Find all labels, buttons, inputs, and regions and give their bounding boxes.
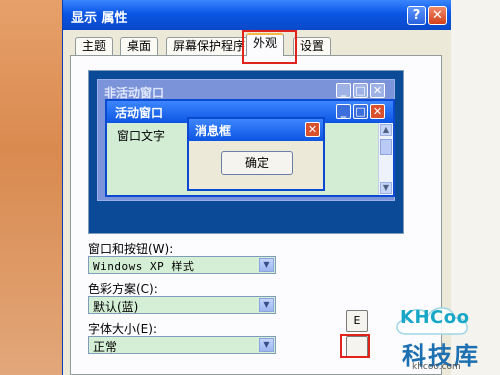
windows-buttons-value: Windows XP 样式 bbox=[93, 260, 195, 273]
watermark-domain: khcoo.com bbox=[412, 362, 461, 372]
tab-themes[interactable]: 主题 bbox=[75, 37, 114, 55]
close-button[interactable]: ✕ bbox=[428, 6, 447, 25]
message-box-titlebar: 消息框 ✕ bbox=[189, 119, 323, 141]
windows-buttons-select[interactable]: Windows XP 样式 ▼ bbox=[88, 256, 276, 274]
tab-desktop[interactable]: 桌面 bbox=[120, 37, 159, 55]
active-window-title: 活动窗口 bbox=[115, 106, 164, 120]
color-scheme-select[interactable]: 默认(蓝) ▼ bbox=[88, 296, 276, 314]
message-box-buttons: ✕ bbox=[303, 122, 320, 137]
help-button[interactable]: ? bbox=[407, 6, 426, 25]
advanced-button-highlight bbox=[340, 334, 370, 358]
preview-scrollbar: ▲ ▼ bbox=[378, 123, 393, 195]
font-size-value: 正常 bbox=[93, 340, 118, 354]
inactive-window-buttons: _ □ ✕ bbox=[334, 83, 385, 98]
color-scheme-label: 色彩方案(C): bbox=[88, 282, 158, 296]
chevron-down-icon[interactable]: ▼ bbox=[259, 258, 274, 272]
message-box-title: 消息框 bbox=[195, 124, 232, 138]
scroll-up-icon: ▲ bbox=[380, 124, 392, 136]
window-title: 显示 属性 bbox=[71, 11, 128, 26]
close-icon: ✕ bbox=[370, 104, 385, 119]
message-box-preview: 消息框 ✕ 确定 bbox=[187, 117, 325, 191]
effects-button[interactable]: E bbox=[346, 310, 368, 332]
scroll-thumb bbox=[380, 139, 392, 155]
watermark-brand: KHCoo bbox=[400, 307, 470, 328]
tab-settings[interactable]: 设置 bbox=[293, 37, 332, 55]
title-bar: 显示 属性 ? ✕ bbox=[63, 0, 451, 30]
tab-appearance-highlight bbox=[242, 30, 297, 64]
minimize-icon: _ bbox=[336, 104, 351, 119]
appearance-preview: 非活动窗口 _ □ ✕ 活动窗口 _ □ ✕ 窗口文字 ▲ ▼ 消息框 ✕ 确定 bbox=[88, 70, 404, 234]
font-size-label: 字体大小(E): bbox=[88, 322, 157, 336]
ok-button-preview: 确定 bbox=[221, 151, 293, 175]
chevron-down-icon[interactable]: ▼ bbox=[259, 338, 274, 352]
font-size-select[interactable]: 正常 ▼ bbox=[88, 336, 276, 354]
scroll-down-icon: ▼ bbox=[380, 182, 392, 194]
tab-screensaver[interactable]: 屏幕保护程序 bbox=[166, 37, 253, 55]
chevron-down-icon[interactable]: ▼ bbox=[259, 298, 274, 312]
active-window-buttons: _ □ ✕ bbox=[334, 104, 385, 119]
windows-buttons-label: 窗口和按钮(W): bbox=[88, 242, 174, 256]
close-icon: ✕ bbox=[370, 83, 385, 98]
color-scheme-value: 默认(蓝) bbox=[93, 300, 139, 314]
close-icon: ✕ bbox=[305, 122, 320, 137]
maximize-icon: □ bbox=[353, 83, 368, 98]
minimize-icon: _ bbox=[336, 83, 351, 98]
window-text-sample: 窗口文字 bbox=[117, 129, 166, 143]
desktop-background bbox=[0, 0, 62, 375]
maximize-icon: □ bbox=[353, 104, 368, 119]
